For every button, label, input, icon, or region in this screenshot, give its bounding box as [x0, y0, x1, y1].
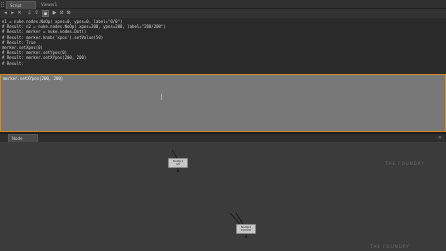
clear-input-icon[interactable]: ⊗	[65, 10, 72, 17]
text-cursor	[161, 94, 162, 100]
output-line: # Result:	[2, 60, 24, 66]
clear-output-icon[interactable]: ⊘	[58, 10, 65, 17]
node-label: 200/200	[240, 229, 252, 232]
tab-viewer[interactable]: Viewer1	[38, 1, 62, 9]
close-icon[interactable]: ✕	[438, 134, 442, 142]
tab-script-editor[interactable]: Script Editor	[6, 1, 36, 16]
node-graph-tab-bar: Node Graph ✕	[0, 134, 446, 149]
input-line[interactable]: merker.setXYpos(200, 200)	[3, 76, 443, 81]
node-label: 0/0	[175, 163, 181, 166]
foundry-watermark: THE FOUNDRY	[385, 161, 425, 166]
noop2-node[interactable]: NoOp2 200/200	[236, 224, 256, 234]
script-toolbar: ◂ ▸ ✕ ⇩ ⇧ ▪ ▶ ⊘ ⊗	[0, 9, 446, 18]
load-script-icon[interactable]: ⇧	[33, 10, 40, 17]
script-output-pane[interactable]: n1 = nuke.nodes.NoOp( xpos=0, ypos=0, la…	[0, 18, 446, 74]
panel-tab-bar: Script Editor Viewer1	[0, 0, 446, 16]
next-script-icon[interactable]: ▸	[9, 10, 16, 17]
previous-script-icon[interactable]: ◂	[2, 10, 9, 17]
tab-node-graph[interactable]: Node Graph	[8, 134, 38, 149]
output-dot[interactable]	[245, 236, 247, 238]
noop1-node[interactable]: NoOp1 0/0	[168, 158, 188, 168]
source-script-icon[interactable]: ⇩	[26, 10, 33, 17]
panel-grip-icon[interactable]	[1, 2, 4, 7]
node-graph-canvas[interactable]	[0, 142, 446, 251]
save-script-icon[interactable]: ▪	[42, 10, 49, 17]
foundry-watermark: THE FOUNDRY	[370, 244, 410, 249]
output-dot[interactable]	[177, 170, 179, 172]
script-input-pane[interactable]: merker.setXYpos(200, 200)	[0, 74, 446, 132]
run-script-icon[interactable]: ▶	[51, 10, 58, 17]
clear-history-icon[interactable]: ✕	[16, 10, 23, 17]
